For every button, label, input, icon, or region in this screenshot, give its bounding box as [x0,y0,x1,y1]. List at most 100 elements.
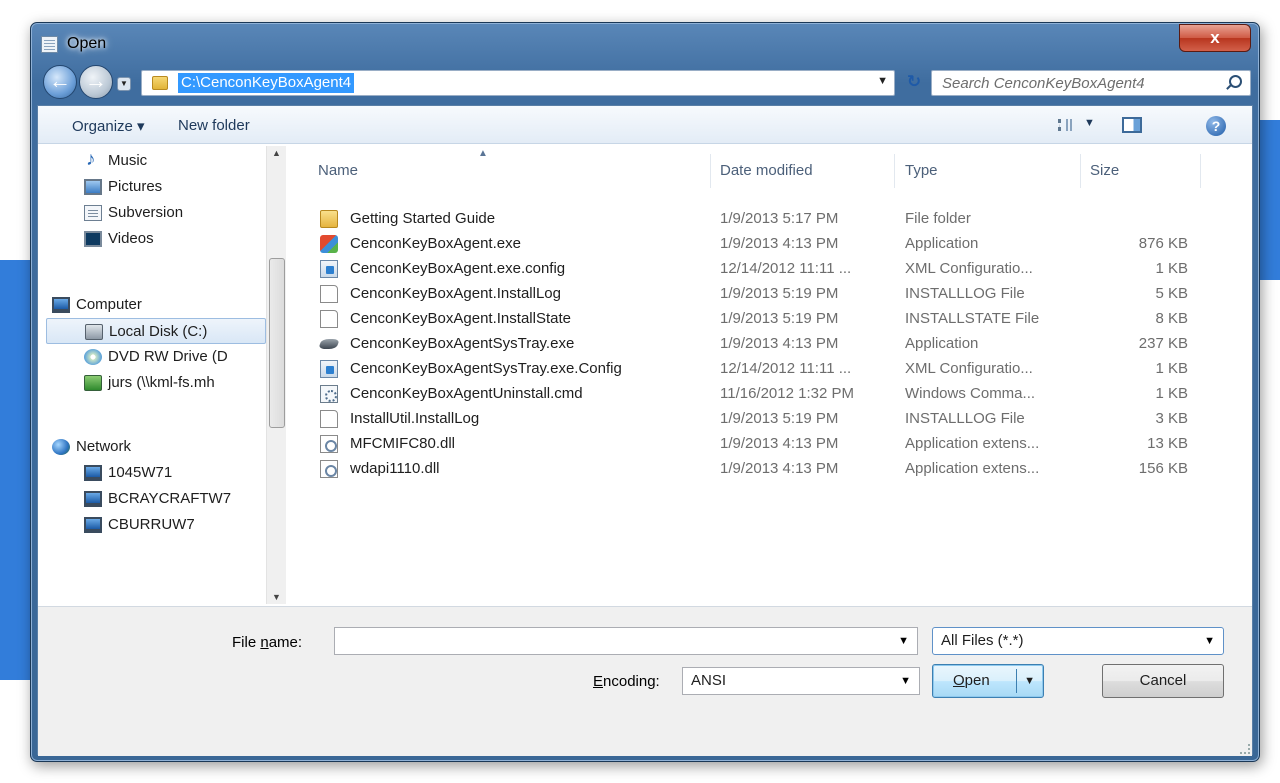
scroll-up-icon[interactable]: ▲ [272,148,281,158]
file-row[interactable]: CenconKeyBoxAgentSysTray.exe 1/9/2013 4:… [310,331,1250,356]
file-row[interactable]: CenconKeyBoxAgent.InstallLog 1/9/2013 5:… [310,281,1250,306]
nav-item-label: Pictures [108,178,163,195]
help-icon[interactable]: ? [1206,116,1226,136]
nav-item-dvd-drive[interactable]: DVD RW Drive (D [84,344,264,370]
open-button[interactable]: Open ▼ [932,664,1044,698]
file-type: XML Configuratio... [905,260,1033,277]
open-options-dropdown-icon[interactable]: ▼ [1024,665,1035,697]
filter-dropdown-icon[interactable]: ▼ [1204,628,1215,654]
column-divider[interactable] [1080,154,1081,188]
column-header-type[interactable]: Type [905,162,938,179]
change-view-icon[interactable] [1058,119,1072,131]
column-divider[interactable] [1200,154,1201,188]
encoding-select[interactable]: ANSI ▼ [682,667,920,695]
refresh-button[interactable]: ↻ [901,70,927,96]
file-row[interactable]: wdapi1110.dll 1/9/2013 4:13 PM Applicati… [310,456,1250,481]
dialog-body: Organize ▾ New folder ▼ ? Music Pictures… [37,105,1253,756]
file-size: 8 KB [1155,310,1188,327]
split-separator [1016,669,1017,693]
new-folder-button[interactable]: New folder [178,117,250,134]
view-dropdown-icon[interactable]: ▼ [1084,117,1095,129]
nav-item-network-drive[interactable]: jurs (\\kml-fs.mh [84,370,264,396]
file-type-filter[interactable]: All Files (*.*) ▼ [932,627,1224,655]
filename-input[interactable] [341,628,917,654]
sort-ascending-icon: ▲ [478,148,488,159]
address-dropdown-icon[interactable]: ▼ [877,75,888,87]
nav-item-label: CBURRUW7 [108,516,195,533]
file-row[interactable]: Getting Started Guide 1/9/2013 5:17 PM F… [310,206,1250,231]
file-type: Application extens... [905,435,1040,452]
file-date: 12/14/2012 11:11 ... [720,260,852,277]
application-icon [320,235,338,253]
resize-grip-icon[interactable] [1240,744,1250,754]
column-divider[interactable] [710,154,711,188]
blank-file-icon [320,285,338,303]
nav-item-bcraycraftw7[interactable]: BCRAYCRAFTW7 [84,486,264,512]
search-icon[interactable] [1229,75,1242,88]
file-date: 1/9/2013 4:13 PM [720,460,839,477]
file-name: CenconKeyBoxAgentUninstall.cmd [350,385,583,402]
file-size: 3 KB [1155,410,1188,427]
column-header-size[interactable]: Size [1090,162,1119,179]
close-button[interactable]: x [1179,24,1251,52]
open-button-label: Open [953,672,990,689]
scroll-down-icon[interactable]: ▼ [272,592,281,602]
back-button[interactable]: ← [43,65,77,99]
recent-locations-dropdown[interactable]: ▼ [117,77,131,91]
folder-icon [320,210,338,228]
nav-item-label: Network [76,438,132,455]
dvd-icon [84,349,102,365]
column-header-date[interactable]: Date modified [720,162,813,179]
scrollbar-thumb[interactable] [269,258,285,428]
file-name: MFCMIFC80.dll [350,435,456,452]
network-icon [52,439,70,455]
encoding-dropdown-icon[interactable]: ▼ [900,668,911,694]
tray-app-icon [318,339,340,349]
computer-icon [52,297,70,313]
nav-item-label: 1045W71 [108,464,173,481]
preview-pane-icon[interactable] [1122,117,1142,133]
column-header-name[interactable]: Name [318,162,358,179]
nav-item-label: jurs (\\kml-fs.mh [108,374,215,391]
file-row[interactable]: CenconKeyBoxAgent.exe 1/9/2013 4:13 PM A… [310,231,1250,256]
music-icon [84,147,102,173]
filename-combobox[interactable]: ▼ [334,627,918,655]
file-row[interactable]: CenconKeyBoxAgentUninstall.cmd 11/16/201… [310,381,1250,406]
config-file-icon [320,260,338,278]
nav-item-label: Music [108,152,148,169]
computer-icon [84,491,102,507]
file-name: CenconKeyBoxAgent.exe.config [350,260,566,277]
search-input[interactable] [932,71,1202,95]
disk-icon [85,324,103,340]
nav-item-cburruw7[interactable]: CBURRUW7 [84,512,264,538]
nav-item-1045w71[interactable]: 1045W71 [84,460,264,486]
file-list-header: ▲ Name Date modified Type Size [310,148,1250,188]
file-row[interactable]: InstallUtil.InstallLog 1/9/2013 5:19 PM … [310,406,1250,431]
file-row[interactable]: CenconKeyBoxAgentSysTray.exe.Config 12/1… [310,356,1250,381]
nav-item-computer[interactable]: Computer [52,292,264,318]
forward-button[interactable]: → [79,65,113,99]
forward-arrow-icon: → [85,68,107,93]
file-type: INSTALLLOG File [905,410,1025,427]
address-bar[interactable]: C:\CenconKeyBoxAgent4 ▼ [141,70,895,96]
filename-dropdown-icon[interactable]: ▼ [898,628,909,654]
nav-item-music[interactable]: Music [84,147,264,174]
address-path[interactable]: C:\CenconKeyBoxAgent4 [178,73,355,93]
document-icon [84,205,102,221]
navigation-scrollbar[interactable]: ▲ ▼ [266,146,286,604]
network-drive-icon [84,375,102,391]
file-row[interactable]: CenconKeyBoxAgent.InstallState 1/9/2013 … [310,306,1250,331]
file-row[interactable]: CenconKeyBoxAgent.exe.config 12/14/2012 … [310,256,1250,281]
nav-item-network[interactable]: Network [52,434,264,460]
nav-item-subversion[interactable]: Subversion [84,200,264,226]
file-row[interactable]: MFCMIFC80.dll 1/9/2013 4:13 PM Applicati… [310,431,1250,456]
nav-item-local-disk[interactable]: Local Disk (C:) [46,318,266,344]
nav-item-videos[interactable]: Videos [84,226,264,252]
nav-item-pictures[interactable]: Pictures [84,174,264,200]
organize-button[interactable]: Organize ▾ [72,117,145,135]
cancel-button[interactable]: Cancel [1102,664,1224,698]
title-bar: Open x [31,23,1259,59]
file-date: 1/9/2013 4:13 PM [720,435,839,452]
column-divider[interactable] [894,154,895,188]
search-box[interactable] [931,70,1251,96]
